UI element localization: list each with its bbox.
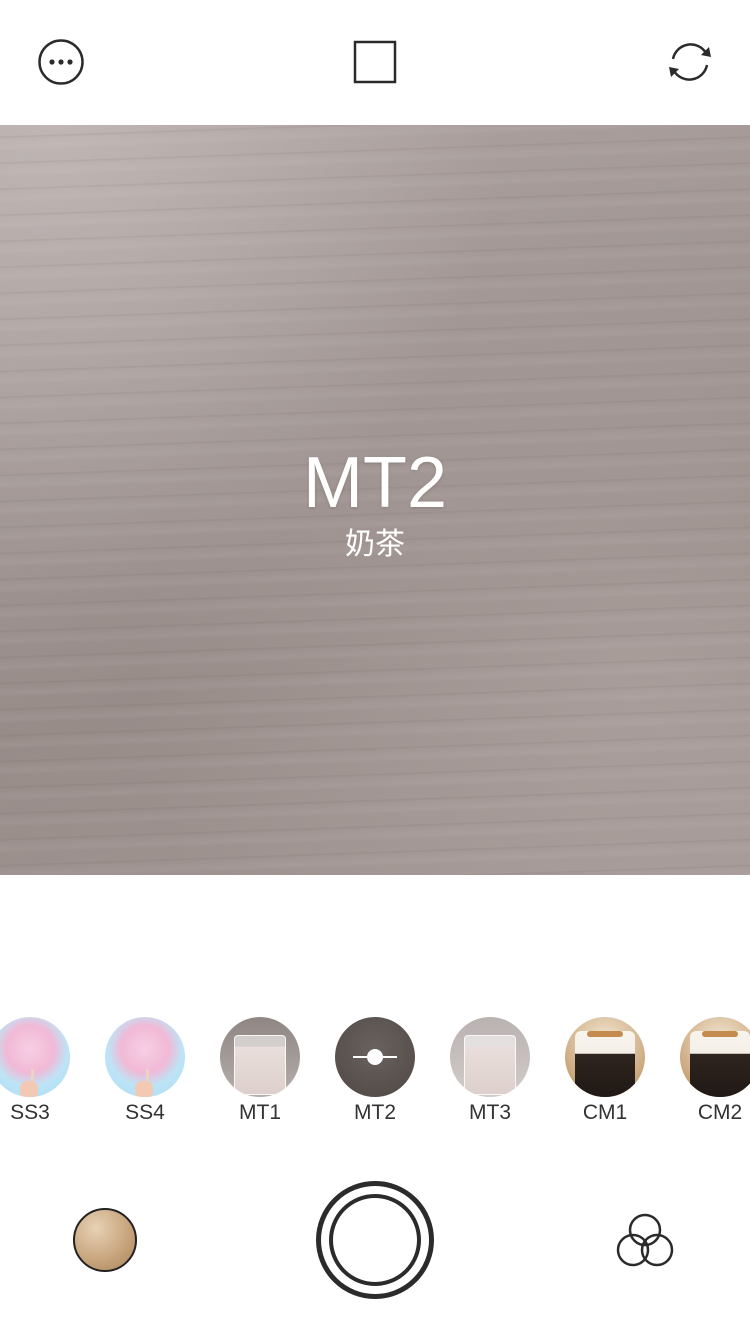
- filters-circles-icon: [616, 1213, 674, 1267]
- filter-label: CM2: [697, 1101, 743, 1124]
- top-bar: [0, 0, 750, 125]
- camera-viewfinder[interactable]: MT2 奶茶: [0, 125, 750, 875]
- milk-glass-thumbnail: [220, 1017, 300, 1097]
- more-ellipsis-icon: [38, 39, 84, 85]
- filter-label: SS3: [10, 1101, 50, 1124]
- square-aspect-icon: [353, 40, 397, 84]
- gallery-thumbnail-button[interactable]: [73, 1208, 137, 1272]
- filter-label: CM1: [582, 1101, 628, 1124]
- filter-item-mt3[interactable]: MT3: [445, 1015, 535, 1126]
- cotton-candy-thumbnail: [0, 1017, 70, 1097]
- filter-item-mt2[interactable]: MT2: [330, 1015, 420, 1126]
- flip-camera-button[interactable]: [665, 37, 715, 87]
- cotton-candy-thumbnail: [105, 1017, 185, 1097]
- current-filter-code: MT2: [303, 443, 447, 523]
- filters-button[interactable]: [612, 1210, 678, 1272]
- bottom-bar: [0, 1170, 750, 1334]
- filter-item-mt1[interactable]: MT1: [215, 1015, 305, 1126]
- filter-label: SS4: [125, 1101, 165, 1124]
- coffee-cup-thumbnail: [680, 1017, 750, 1097]
- camera-flip-icon: [669, 43, 711, 81]
- filter-label: MT3: [469, 1101, 511, 1124]
- current-filter-name: 奶茶: [345, 527, 405, 562]
- filter-item-ss3[interactable]: SS3: [0, 1015, 75, 1126]
- filter-item-ss4[interactable]: SS4: [100, 1015, 190, 1126]
- aspect-ratio-button[interactable]: [350, 37, 400, 87]
- filter-label: MT2: [354, 1101, 396, 1124]
- filter-label: MT1: [239, 1101, 281, 1124]
- filter-item-cm1[interactable]: CM1: [560, 1015, 650, 1126]
- coffee-cup-thumbnail: [565, 1017, 645, 1097]
- filter-item-cm2[interactable]: CM2: [675, 1015, 750, 1126]
- more-button[interactable]: [36, 37, 86, 87]
- milk-glass-thumbnail: [450, 1017, 530, 1097]
- adjust-slider-icon: [335, 1017, 415, 1097]
- shutter-inner-ring: [329, 1194, 421, 1286]
- shutter-button[interactable]: [316, 1181, 434, 1299]
- filter-strip[interactable]: SS3 SS4 MT1 MT2 MT3 CM1 CM2: [0, 1015, 750, 1130]
